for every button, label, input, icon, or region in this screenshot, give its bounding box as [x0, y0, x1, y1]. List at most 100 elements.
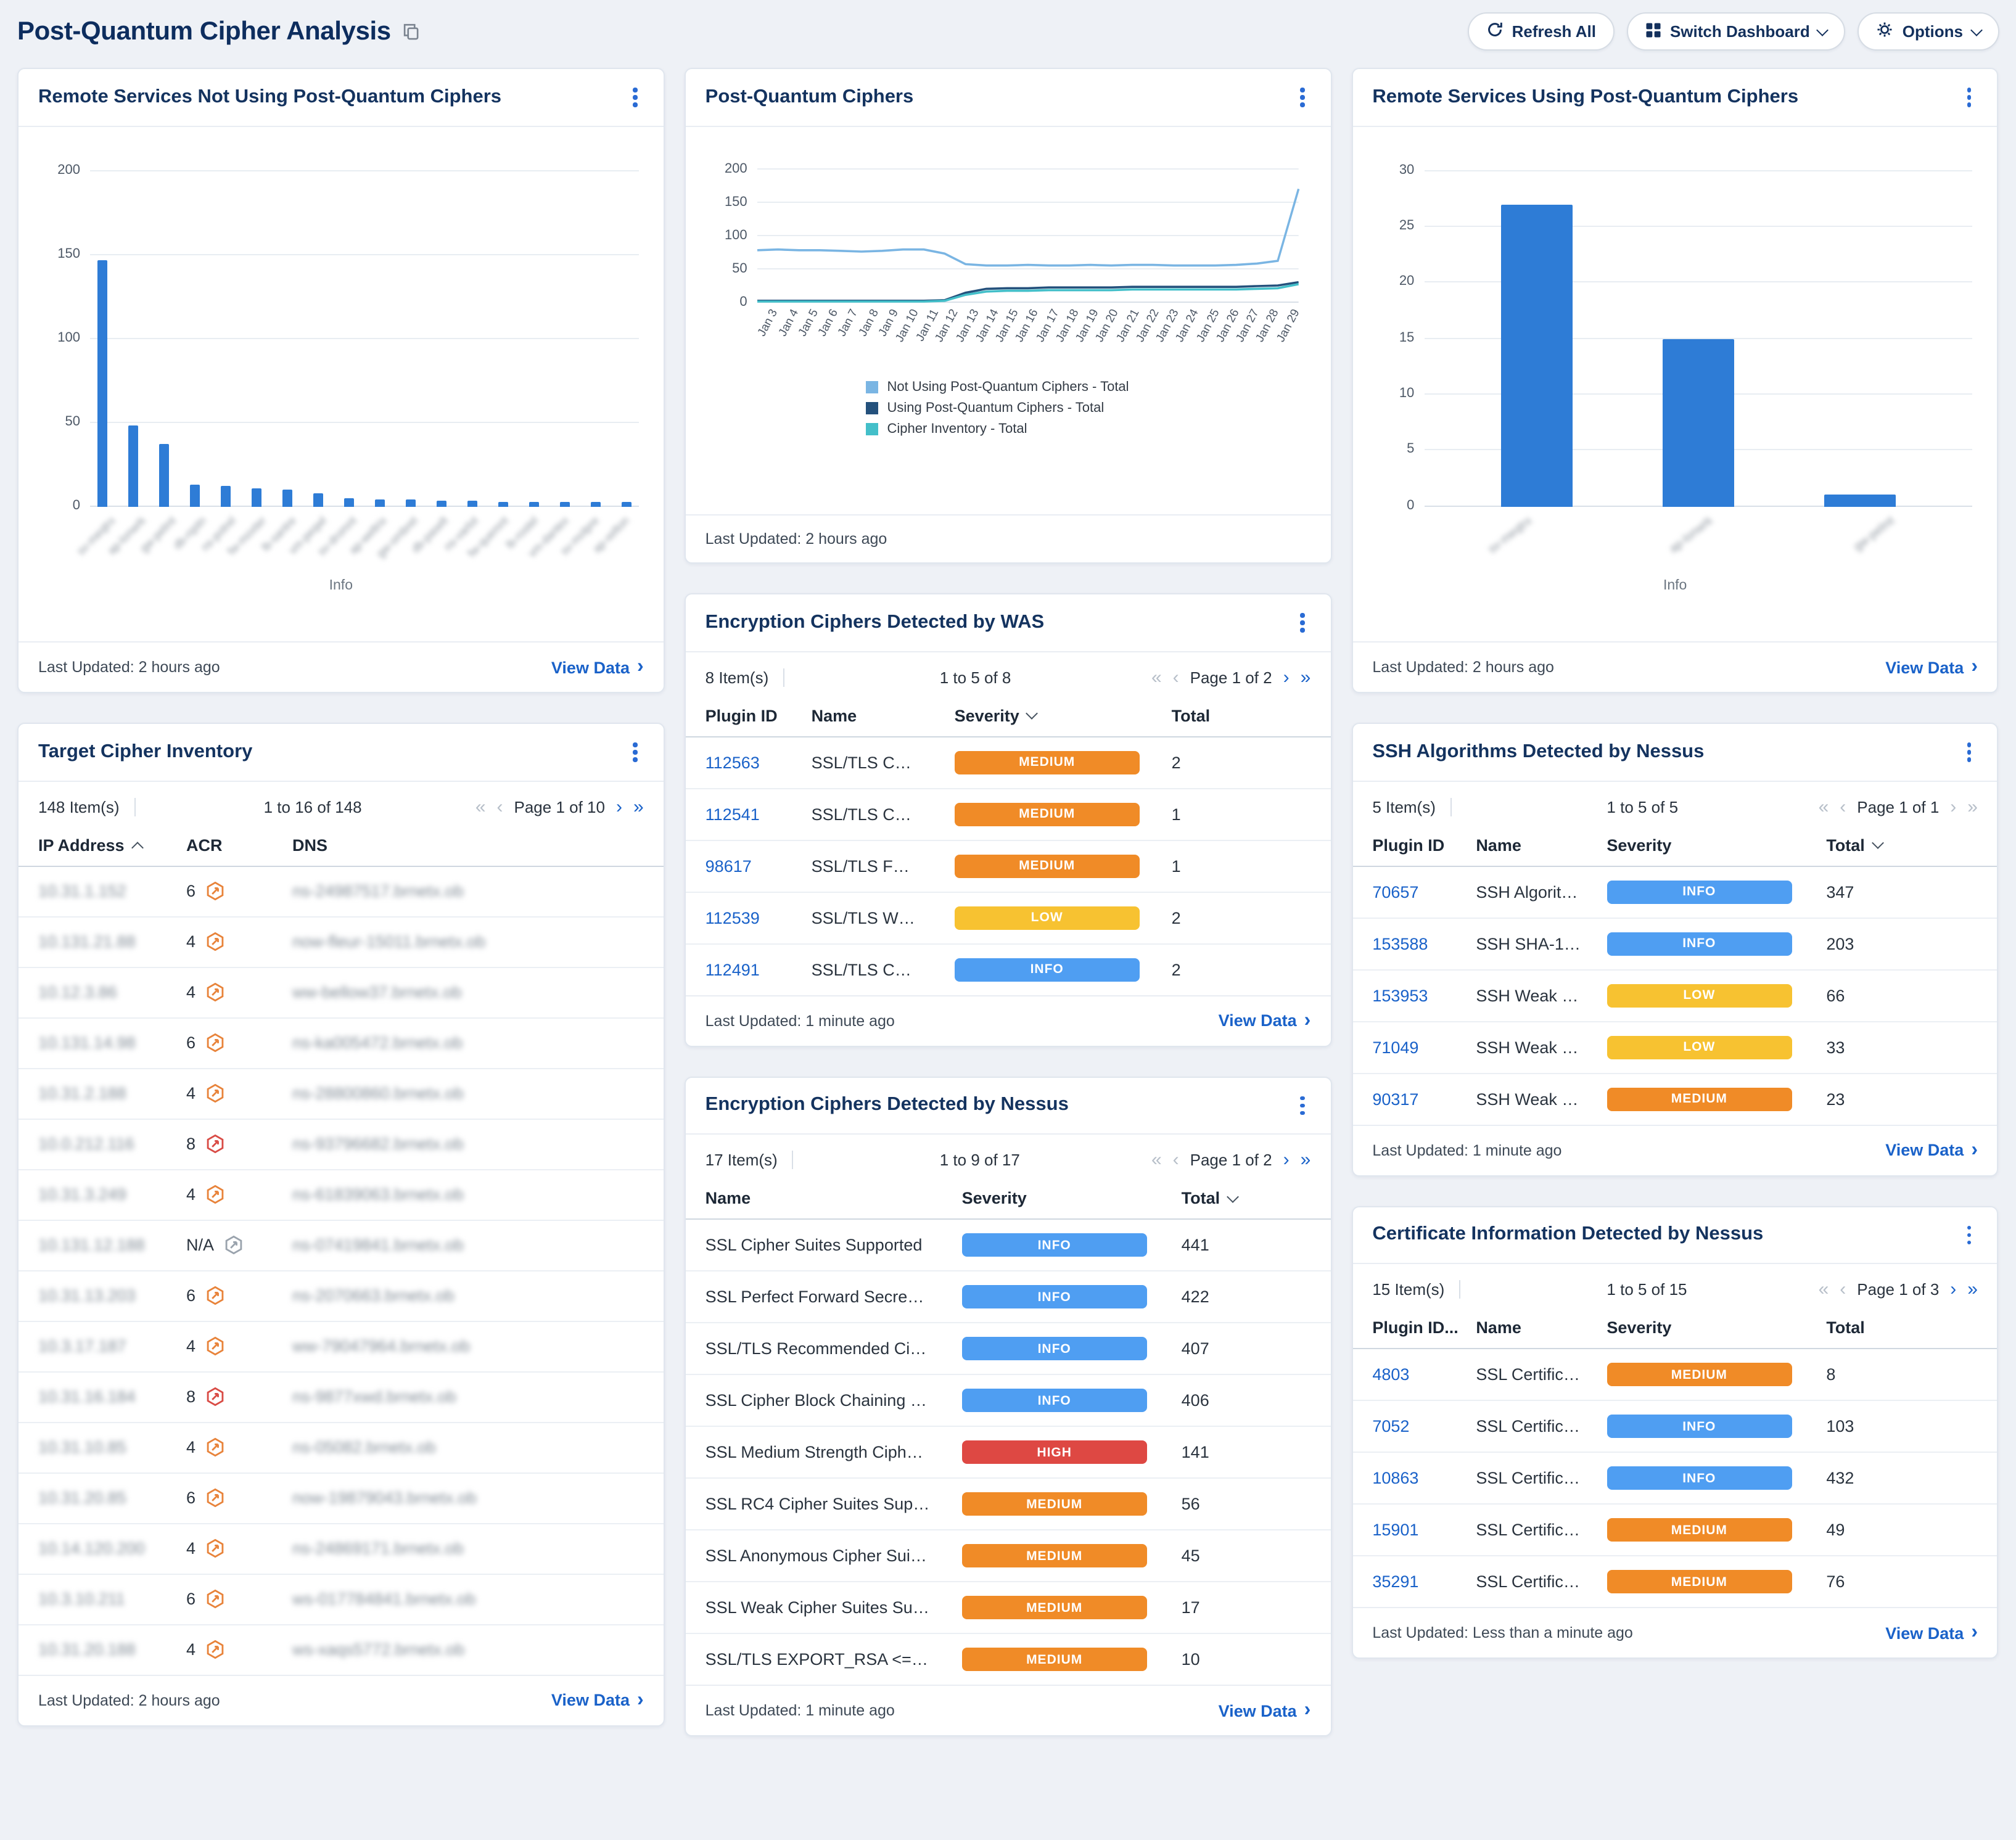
bar[interactable] — [1663, 339, 1734, 506]
bar[interactable] — [406, 499, 416, 506]
bar[interactable] — [128, 425, 138, 506]
plugin-id-link[interactable]: 112491 — [706, 960, 760, 979]
plugin-id-link[interactable]: 71049 — [1372, 1038, 1418, 1056]
bar[interactable] — [97, 260, 107, 506]
kebab-menu-icon[interactable] — [627, 85, 644, 109]
column-header-total[interactable]: Total — [1826, 1318, 1978, 1337]
plugin-id-link[interactable]: 112539 — [706, 908, 760, 927]
kebab-menu-icon[interactable] — [1294, 85, 1310, 109]
view-data-link[interactable]: View Data› — [1885, 657, 1978, 677]
prev-page-icon[interactable]: ‹ — [1173, 668, 1179, 686]
last-page-icon[interactable]: » — [1967, 1280, 1978, 1299]
bar[interactable] — [221, 486, 231, 506]
plugin-id-link[interactable]: 112541 — [706, 805, 760, 823]
column-header-plugin[interactable]: Plugin ID... — [1372, 1318, 1476, 1337]
column-header-acr[interactable]: ACR — [186, 836, 292, 854]
kebab-menu-icon[interactable] — [1961, 85, 1978, 109]
view-data-link[interactable]: View Data› — [551, 657, 644, 677]
kebab-menu-icon[interactable] — [1294, 1093, 1310, 1117]
plugin-id-link[interactable]: 98617 — [706, 856, 752, 875]
prev-page-icon[interactable]: ‹ — [497, 797, 503, 816]
bar[interactable] — [498, 503, 508, 507]
pagination-bar: 17 Item(s) 1 to 9 of 17 « ‹ Page 1 of 2 … — [686, 1135, 1331, 1181]
last-page-icon[interactable]: » — [1967, 797, 1978, 816]
first-page-icon[interactable]: « — [1819, 797, 1829, 816]
last-page-icon[interactable]: » — [633, 797, 644, 816]
view-data-link[interactable]: View Data› — [1219, 1701, 1311, 1720]
bar[interactable] — [1824, 495, 1896, 506]
kebab-menu-icon[interactable] — [1294, 610, 1310, 635]
legend-item[interactable]: Cipher Inventory - Total — [866, 421, 1150, 436]
plugin-id-link[interactable]: 153953 — [1372, 986, 1428, 1004]
next-page-icon[interactable]: › — [1283, 668, 1290, 686]
last-page-icon[interactable]: » — [1301, 668, 1311, 686]
prev-page-icon[interactable]: ‹ — [1173, 1151, 1179, 1169]
switch-dashboard-button[interactable]: Switch Dashboard — [1627, 12, 1846, 51]
next-page-icon[interactable]: › — [616, 797, 622, 816]
next-page-icon[interactable]: › — [1283, 1151, 1290, 1169]
copy-icon[interactable] — [402, 22, 421, 41]
prev-page-icon[interactable]: ‹ — [1840, 797, 1846, 816]
last-page-icon[interactable]: » — [1301, 1151, 1311, 1169]
column-header-name[interactable]: Name — [706, 1189, 962, 1207]
bar[interactable] — [375, 499, 385, 506]
kebab-menu-icon[interactable] — [1961, 740, 1978, 764]
bar[interactable] — [560, 503, 570, 507]
dns-blurred-text: ns-2070663.brnetx.ob — [292, 1286, 644, 1305]
bar[interactable] — [282, 490, 292, 506]
first-page-icon[interactable]: « — [1151, 1151, 1162, 1169]
plugin-id-link[interactable]: 90317 — [1372, 1090, 1418, 1108]
legend-item[interactable]: Not Using Post-Quantum Ciphers - Total — [866, 379, 1150, 394]
column-header-name[interactable]: Name — [812, 706, 955, 725]
column-header-total[interactable]: Total — [1172, 706, 1311, 725]
refresh-all-button[interactable]: Refresh All — [1468, 12, 1615, 51]
plugin-id-link[interactable]: 7052 — [1372, 1417, 1409, 1435]
column-header-severity[interactable]: Severity — [955, 706, 1172, 725]
column-header-severity[interactable]: Severity — [1607, 836, 1826, 854]
column-header-total[interactable]: Total — [1826, 836, 1978, 854]
column-header-ip[interactable]: IP Address — [38, 836, 186, 854]
column-header-severity[interactable]: Severity — [962, 1189, 1182, 1207]
view-data-link[interactable]: View Data› — [551, 1690, 644, 1710]
column-header-dns[interactable]: DNS — [292, 836, 644, 854]
prev-page-icon[interactable]: ‹ — [1840, 1280, 1846, 1299]
column-header-plugin[interactable]: Plugin ID — [706, 706, 812, 725]
bar[interactable] — [313, 493, 323, 506]
bar[interactable] — [591, 503, 601, 507]
plugin-id-link[interactable]: 153588 — [1372, 934, 1428, 953]
bar[interactable] — [252, 488, 261, 506]
bar[interactable] — [344, 498, 354, 506]
plugin-id-link[interactable]: 4803 — [1372, 1365, 1409, 1384]
first-page-icon[interactable]: « — [1819, 1280, 1829, 1299]
bar[interactable] — [467, 501, 477, 506]
next-page-icon[interactable]: › — [1950, 1280, 1956, 1299]
kebab-menu-icon[interactable] — [1961, 1223, 1978, 1247]
view-data-link[interactable]: View Data› — [1885, 1140, 1978, 1160]
first-page-icon[interactable]: « — [475, 797, 486, 816]
bar[interactable] — [529, 503, 539, 507]
bar[interactable] — [621, 503, 631, 507]
bar[interactable] — [1501, 204, 1573, 506]
column-header-total[interactable]: Total — [1182, 1189, 1311, 1207]
first-page-icon[interactable]: « — [1151, 668, 1162, 686]
next-page-icon[interactable]: › — [1950, 797, 1956, 816]
column-header-name[interactable]: Name — [1476, 836, 1607, 854]
bar[interactable] — [190, 485, 200, 506]
total-cell: 56 — [1182, 1495, 1311, 1513]
view-data-link[interactable]: View Data› — [1219, 1011, 1311, 1030]
column-header-plugin[interactable]: Plugin ID — [1372, 836, 1476, 854]
bar[interactable] — [437, 501, 446, 506]
severity-badge: MEDIUM — [962, 1648, 1147, 1671]
options-button[interactable]: Options — [1858, 12, 1999, 51]
legend-item[interactable]: Using Post-Quantum Ciphers - Total — [866, 400, 1150, 415]
bar[interactable] — [159, 444, 169, 506]
column-header-severity[interactable]: Severity — [1607, 1318, 1826, 1337]
plugin-id-link[interactable]: 70657 — [1372, 882, 1418, 901]
plugin-id-link[interactable]: 112563 — [706, 753, 760, 771]
plugin-id-link[interactable]: 10863 — [1372, 1469, 1418, 1487]
plugin-id-link[interactable]: 35291 — [1372, 1572, 1418, 1591]
plugin-id-link[interactable]: 15901 — [1372, 1521, 1418, 1539]
view-data-link[interactable]: View Data› — [1885, 1623, 1978, 1643]
column-header-name[interactable]: Name — [1476, 1318, 1607, 1337]
kebab-menu-icon[interactable] — [627, 740, 644, 764]
